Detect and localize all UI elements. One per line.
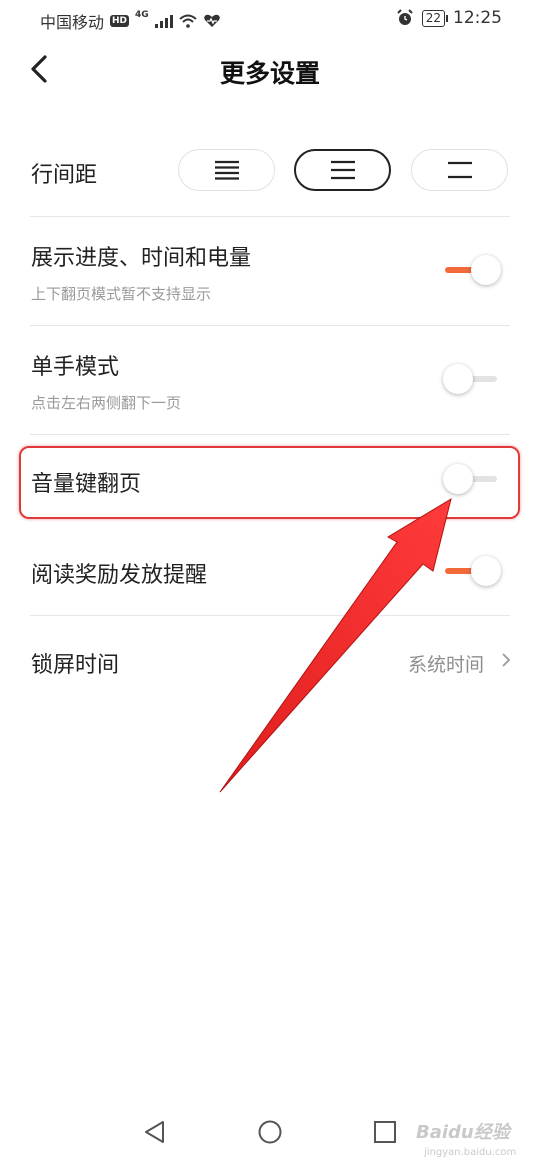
show-progress-toggle[interactable] xyxy=(443,255,501,285)
compact-lines-icon xyxy=(214,160,239,180)
reading-reward-reminder-toggle[interactable] xyxy=(443,556,501,586)
watermark-logo: Baidu经验 xyxy=(416,1122,510,1143)
line-spacing-loose-button[interactable] xyxy=(411,149,508,191)
alarm-icon xyxy=(397,9,413,25)
setting-subtitle-show-progress: 上下翻页模式暂不支持显示 xyxy=(31,285,212,303)
divider xyxy=(30,615,510,616)
back-triangle-icon[interactable] xyxy=(143,1120,167,1144)
network-type: 4G xyxy=(135,10,149,20)
volume-key-page-turn-toggle[interactable] xyxy=(443,464,501,494)
recents-square-icon[interactable] xyxy=(373,1120,397,1144)
status-bar: 中国移动 HD 4G 22 12:25 xyxy=(0,0,540,38)
status-right: 22 12:25 xyxy=(396,8,502,28)
clock: 12:25 xyxy=(453,8,502,28)
medium-lines-icon xyxy=(330,160,355,180)
divider xyxy=(30,216,510,217)
heart-rate-icon xyxy=(203,14,220,27)
setting-label-one-hand-mode: 单手模式 xyxy=(31,355,120,380)
carrier-label: 中国移动 xyxy=(40,13,105,32)
line-spacing-label: 行间距 xyxy=(31,163,98,188)
lock-screen-time-value[interactable]: 系统时间 xyxy=(408,650,484,677)
setting-label-volume-key-page-turn: 音量键翻页 xyxy=(31,472,142,497)
home-circle-icon[interactable] xyxy=(258,1120,282,1144)
loose-lines-icon xyxy=(447,161,472,179)
status-left: 中国移动 HD 4G xyxy=(40,9,221,33)
divider xyxy=(30,325,510,326)
lock-screen-time-label: 锁屏时间 xyxy=(31,653,120,678)
hd-icon: HD xyxy=(110,15,130,27)
line-spacing-compact-button[interactable] xyxy=(178,149,275,191)
chevron-right-icon[interactable] xyxy=(500,650,512,670)
one-hand-mode-toggle[interactable] xyxy=(443,364,501,394)
divider xyxy=(30,434,510,435)
battery-icon: 22 xyxy=(421,9,449,27)
watermark-url: jingyan.baidu.com xyxy=(424,1147,517,1158)
line-spacing-medium-button[interactable] xyxy=(294,149,391,191)
page-title: 更多设置 xyxy=(219,59,320,88)
signal-icon xyxy=(154,14,173,28)
wifi-icon xyxy=(179,14,197,28)
setting-label-reading-reward-reminder: 阅读奖励发放提醒 xyxy=(31,563,208,588)
setting-subtitle-one-hand-mode: 点击左右两侧翻下一页 xyxy=(31,394,182,412)
setting-label-show-progress: 展示进度、时间和电量 xyxy=(31,246,252,271)
